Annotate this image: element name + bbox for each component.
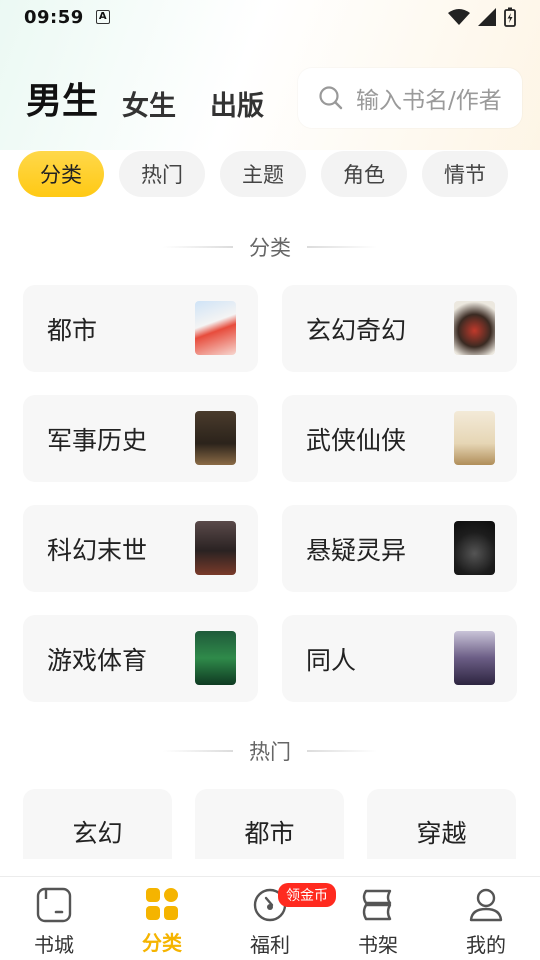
divider-line <box>307 750 377 752</box>
profile-icon <box>469 888 503 922</box>
status-bar: 09:59 A <box>0 0 540 34</box>
category-card-military-history[interactable]: 军事历史 <box>23 395 258 482</box>
category-card-fantasy[interactable]: 玄幻奇幻 <box>282 285 517 372</box>
category-card-fan-fiction[interactable]: 同人 <box>282 615 517 702</box>
nav-bookshelf[interactable]: 书架 <box>324 877 432 960</box>
wifi-icon <box>448 9 470 25</box>
divider-line <box>163 246 233 248</box>
book-cover-image <box>195 631 236 685</box>
nav-bookstore[interactable]: 书城 <box>0 877 108 960</box>
category-label: 悬疑灵异 <box>306 535 407 565</box>
chip-hot[interactable]: 热门 <box>119 151 205 197</box>
book-cover-image <box>195 411 236 465</box>
hot-tag-xuanhuan[interactable]: 玄幻 <box>23 789 172 859</box>
chip-category[interactable]: 分类 <box>18 151 104 197</box>
bookshelf-icon <box>362 889 392 921</box>
category-label: 武侠仙侠 <box>306 425 407 455</box>
search-icon <box>319 86 343 110</box>
nav-label: 书城 <box>34 933 74 957</box>
nav-welfare[interactable]: 领金币 福利 <box>216 877 336 960</box>
category-card-games-sports[interactable]: 游戏体育 <box>23 615 258 702</box>
hot-section-title: 热门 <box>249 740 291 764</box>
notification-a-icon: A <box>95 10 110 24</box>
tab-female[interactable]: 女生 <box>122 84 176 123</box>
chip-plot[interactable]: 情节 <box>422 151 508 197</box>
category-label: 军事历史 <box>47 425 148 455</box>
nav-label: 福利 <box>250 933 290 957</box>
category-label: 同人 <box>306 645 357 675</box>
divider-line <box>163 750 233 752</box>
cell-signal-icon <box>478 8 496 26</box>
nav-category[interactable]: 分类 <box>108 877 216 960</box>
book-cover-image <box>195 301 236 355</box>
book-cover-image <box>454 521 495 575</box>
bookstore-icon <box>36 887 72 923</box>
nav-profile[interactable]: 我的 <box>432 877 540 960</box>
category-card-urban[interactable]: 都市 <box>23 285 258 372</box>
filter-chips: 分类 热门 主题 角色 情节 <box>18 151 508 197</box>
category-card-mystery-supernatural[interactable]: 悬疑灵异 <box>282 505 517 592</box>
hot-section-header: 热门 <box>0 736 540 766</box>
category-card-scifi-apocalypse[interactable]: 科幻末世 <box>23 505 258 592</box>
tab-male[interactable]: 男生 <box>26 72 98 124</box>
book-cover-image <box>195 521 236 575</box>
hot-tags-row: 玄幻 都市 穿越 <box>23 789 516 859</box>
category-label: 科幻末世 <box>47 535 148 565</box>
nav-label: 分类 <box>142 931 182 955</box>
tab-publish[interactable]: 出版 <box>210 84 264 123</box>
category-label: 玄幻奇幻 <box>306 315 407 345</box>
chip-theme[interactable]: 主题 <box>220 151 306 197</box>
search-placeholder: 输入书名/作者 <box>356 88 502 114</box>
category-card-wuxia-xianxia[interactable]: 武侠仙侠 <box>282 395 517 482</box>
hot-tag-time-travel[interactable]: 穿越 <box>367 789 516 859</box>
nav-label: 书架 <box>358 933 398 957</box>
divider-line <box>307 246 377 248</box>
battery-icon <box>504 7 516 27</box>
category-section-header: 分类 <box>0 232 540 262</box>
bottom-nav: 书城 分类 领金币 福利 书架 我的 <box>0 876 540 960</box>
category-label: 都市 <box>47 315 98 345</box>
category-label: 游戏体育 <box>47 645 148 675</box>
book-cover-image <box>454 631 495 685</box>
search-box[interactable]: 输入书名/作者 <box>298 68 522 128</box>
top-header: 男生 女生 出版 输入书名/作者 <box>0 66 540 130</box>
nav-label: 我的 <box>466 933 506 957</box>
book-cover-image <box>454 411 495 465</box>
hot-tag-urban[interactable]: 都市 <box>195 789 344 859</box>
status-time: 09:59 <box>24 6 84 28</box>
category-grid-icon <box>146 888 178 920</box>
book-cover-image <box>454 301 495 355</box>
category-section-title: 分类 <box>249 236 291 260</box>
chip-role[interactable]: 角色 <box>321 151 407 197</box>
